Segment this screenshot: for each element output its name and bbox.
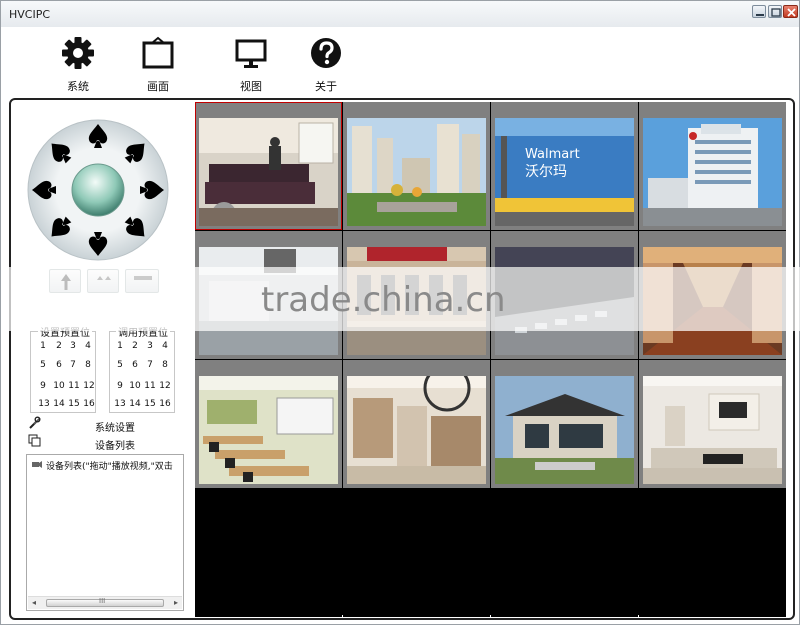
set-preset-3[interactable]: 3	[65, 341, 81, 351]
toolbar-about-label: 关于	[315, 80, 337, 93]
tree-horizontal-scrollbar[interactable]: ◂ III ▸	[28, 596, 182, 609]
ptz-direction-pad	[27, 119, 169, 261]
device-tree-root-label: 设备列表("拖动"播放视频,"双击	[46, 462, 173, 472]
call-preset-11[interactable]: 11	[142, 381, 158, 391]
set-preset-15[interactable]: 15	[66, 399, 82, 409]
call-preset-1[interactable]: 1	[112, 341, 128, 351]
scroll-left-icon[interactable]: ◂	[28, 597, 40, 609]
video-channel-1[interactable]	[195, 102, 342, 230]
video-channel-16[interactable]	[639, 489, 786, 617]
set-preset-8[interactable]: 8	[80, 360, 96, 370]
device-tree-root[interactable]: 设备列表("拖动"播放视频,"双击	[31, 459, 181, 472]
set-preset-1[interactable]: 1	[35, 341, 51, 351]
set-preset-7[interactable]: 7	[65, 360, 81, 370]
call-preset-8[interactable]: 8	[157, 360, 173, 370]
video-channel-14[interactable]	[343, 489, 490, 617]
close-icon	[787, 8, 796, 17]
watermark-text: trade.china.cn	[261, 280, 506, 320]
set-preset-9[interactable]: 9	[35, 381, 51, 391]
toolbar-view-button[interactable]: 视图	[216, 35, 286, 93]
video-feed-modern-house	[495, 376, 634, 484]
minimize-button[interactable]	[752, 5, 766, 18]
call-preset-7[interactable]: 7	[142, 360, 158, 370]
close-button[interactable]	[783, 5, 798, 18]
system-settings-link[interactable]: 系统设置	[95, 419, 135, 434]
ptz-control-wheel[interactable]	[27, 119, 169, 261]
tools-icon	[29, 416, 41, 429]
video-feed-residential-towers	[347, 118, 486, 226]
set-preset-4[interactable]: 4	[80, 341, 96, 351]
video-channel-15[interactable]	[491, 489, 638, 617]
video-channel-9[interactable]	[195, 360, 342, 488]
maximize-icon	[771, 8, 781, 17]
video-feed-shop-interior	[347, 376, 486, 484]
call-preset-13[interactable]: 13	[112, 399, 128, 409]
question-icon	[311, 38, 341, 68]
call-preset-10[interactable]: 10	[127, 381, 143, 391]
application-window: HVCIPC 系统 画面 视图 关于 设置预置位 调用预置位 1 2 3 4 5…	[0, 0, 800, 625]
scroll-right-icon[interactable]: ▸	[170, 597, 182, 609]
set-preset-5[interactable]: 5	[35, 360, 51, 370]
gear-icon	[62, 37, 94, 69]
call-preset-3[interactable]: 3	[142, 341, 158, 351]
device-tree[interactable]: 设备列表("拖动"播放视频,"双击 ◂ III ▸	[26, 454, 184, 611]
set-preset-10[interactable]: 10	[51, 381, 67, 391]
set-preset-14[interactable]: 14	[51, 399, 67, 409]
toolbar-screen-button[interactable]: 画面	[123, 35, 193, 93]
set-preset-11[interactable]: 11	[66, 381, 82, 391]
video-channel-13[interactable]	[195, 489, 342, 617]
set-preset-12[interactable]: 12	[81, 381, 97, 391]
title-bar[interactable]: HVCIPC	[1, 1, 799, 27]
video-feed-white-living-room	[643, 376, 782, 484]
toolbar-system-button[interactable]: 系统	[43, 35, 113, 93]
minimize-icon	[756, 14, 764, 16]
window-title: HVCIPC	[9, 8, 51, 21]
device-list-icon	[28, 434, 41, 447]
video-feed-living-room	[199, 118, 338, 226]
scrollbar-grip: III	[99, 597, 106, 605]
svg-text:沃尔玛: 沃尔玛	[525, 164, 567, 180]
video-channel-2[interactable]	[343, 102, 490, 230]
camera-icon	[32, 461, 42, 468]
video-channel-3[interactable]: Walmart 沃尔玛	[491, 102, 638, 230]
video-grid: Walmart 沃尔玛	[195, 102, 786, 617]
toolbar-view-label: 视图	[240, 80, 262, 93]
call-preset-6[interactable]: 6	[127, 360, 143, 370]
video-channel-4[interactable]	[639, 102, 786, 230]
toolbar-screen-label: 画面	[147, 80, 169, 93]
call-preset-14[interactable]: 14	[127, 399, 143, 409]
call-preset-16[interactable]: 16	[157, 399, 173, 409]
call-preset-4[interactable]: 4	[157, 341, 173, 351]
toolbar-about-button[interactable]: 关于	[291, 35, 361, 93]
toolbar-system-label: 系统	[67, 80, 89, 93]
svg-text:Walmart: Walmart	[525, 147, 580, 162]
call-preset-15[interactable]: 15	[142, 399, 158, 409]
scrollbar-thumb[interactable]: III	[46, 597, 164, 607]
device-list-link[interactable]: 设备列表	[95, 437, 135, 452]
call-preset-12[interactable]: 12	[157, 381, 173, 391]
set-preset-13[interactable]: 13	[36, 399, 52, 409]
call-preset-9[interactable]: 9	[112, 381, 128, 391]
video-feed-hospital-building	[643, 118, 782, 226]
call-preset-5[interactable]: 5	[112, 360, 128, 370]
video-feed-walmart-store: Walmart 沃尔玛	[495, 118, 634, 226]
video-channel-12[interactable]	[639, 360, 786, 488]
video-feed-classroom	[199, 376, 338, 484]
call-preset-2[interactable]: 2	[127, 341, 143, 351]
video-channel-11[interactable]	[491, 360, 638, 488]
picture-frame-icon	[142, 36, 174, 69]
video-channel-10[interactable]	[343, 360, 490, 488]
monitor-icon	[235, 39, 267, 68]
set-preset-16[interactable]: 16	[81, 399, 97, 409]
maximize-button[interactable]	[768, 5, 782, 18]
